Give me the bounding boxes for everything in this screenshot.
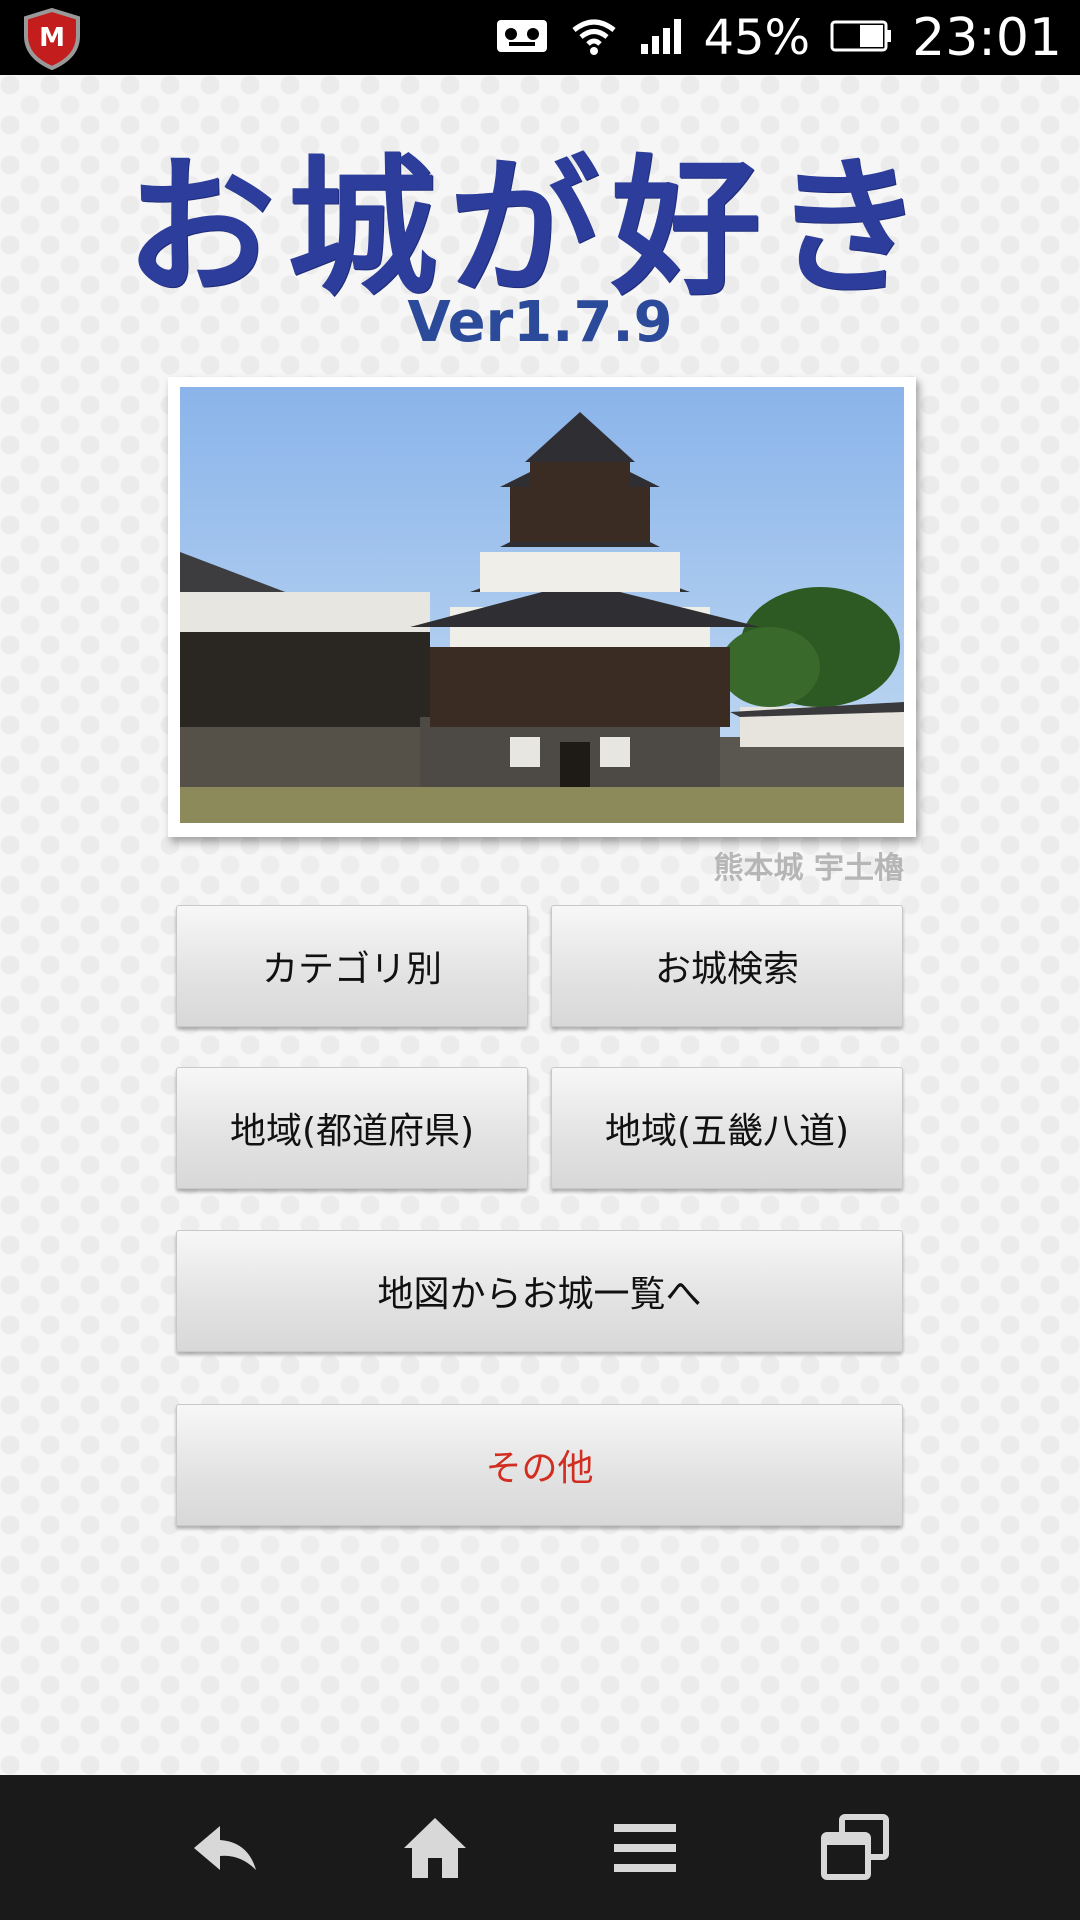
photo-caption: 熊本城 宇土櫓: [713, 851, 904, 886]
menu-icon[interactable]: [555, 1775, 735, 1920]
signal-icon: [639, 16, 683, 60]
status-bar: M 45% 23:01: [0, 0, 1080, 75]
wifi-icon: [569, 16, 619, 60]
battery-icon: [830, 16, 892, 60]
region-gokishichido-button[interactable]: 地域(五畿八道): [551, 1067, 903, 1189]
navigation-bar: [0, 1775, 1080, 1920]
castle-photo-frame: [168, 377, 916, 837]
castle-search-button[interactable]: お城検索: [551, 905, 903, 1027]
other-button[interactable]: その他: [176, 1404, 903, 1526]
version-label: Ver1.7.9: [407, 290, 673, 355]
back-icon[interactable]: [135, 1775, 315, 1920]
category-button[interactable]: カテゴリ別: [176, 905, 528, 1027]
recent-apps-icon[interactable]: [765, 1775, 945, 1920]
main-content: お城が好き Ver1.7.9 熊本城 宇土櫓 カテゴリ別 お城検索 地域(都道府…: [0, 75, 1080, 1775]
voicemail-icon: [495, 16, 549, 60]
battery-percent: 45%: [703, 9, 811, 66]
home-icon[interactable]: [345, 1775, 525, 1920]
mcafee-icon: M: [20, 6, 84, 74]
svg-text:M: M: [39, 23, 65, 53]
clock: 23:01: [912, 7, 1062, 68]
castle-photo: [180, 387, 904, 823]
app-title: お城が好き: [124, 139, 935, 316]
region-prefecture-button[interactable]: 地域(都道府県): [176, 1067, 528, 1189]
map-list-button[interactable]: 地図からお城一覧へ: [176, 1230, 903, 1352]
